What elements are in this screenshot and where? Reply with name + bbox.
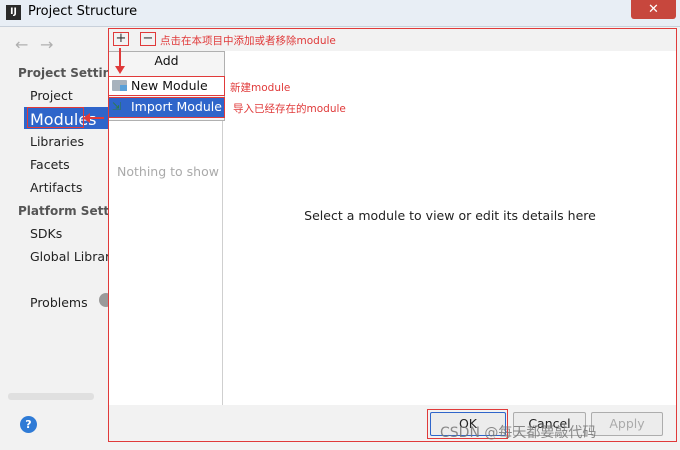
app-logo-icon: IJ [6,5,21,20]
back-arrow-icon[interactable]: ← [15,35,28,54]
annotation-frame [108,28,677,442]
help-icon[interactable]: ? [20,416,37,433]
sidebar-item-project[interactable]: Project [30,88,73,103]
close-button[interactable]: ✕ [631,0,676,19]
sidebar-horizontal-scrollbar[interactable] [8,393,94,400]
annotation-arrow [88,117,104,119]
sidebar-item-libraries[interactable]: Libraries [30,134,84,149]
sidebar-item-sdks[interactable]: SDKs [30,226,62,241]
forward-arrow-icon[interactable]: → [40,35,53,54]
project-settings-heading: Project Setting [18,66,108,80]
window-title: Project Structure [28,4,138,19]
platform-settings-heading: Platform Settin [18,204,108,218]
modules-highlight-box [27,107,84,128]
sidebar-item-artifacts[interactable]: Artifacts [30,180,82,195]
sidebar-item-problems[interactable]: Problems [30,295,88,310]
watermark: CSDN @每天都要敲代码 [440,425,597,441]
sidebar-item-global-libraries[interactable]: Global Librari [30,249,108,264]
sidebar-item-facets[interactable]: Facets [30,157,70,172]
